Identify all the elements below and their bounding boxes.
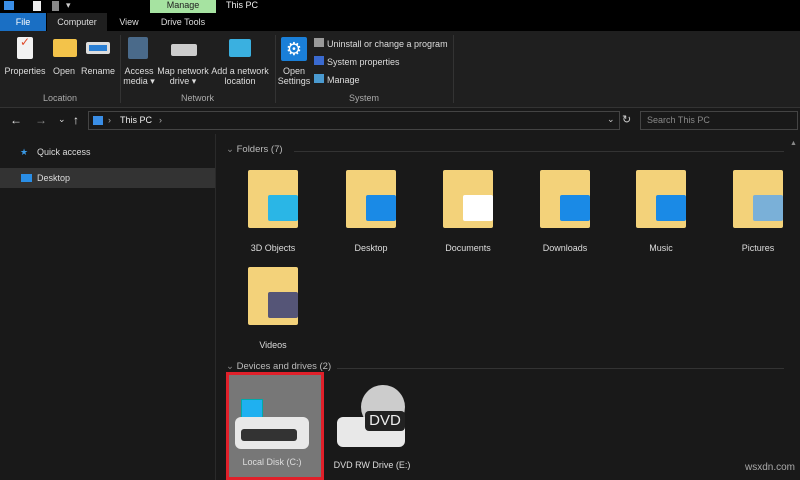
rename-label: Rename	[80, 66, 116, 76]
documents-overlay-icon	[463, 195, 493, 221]
location-group-label: Location	[42, 93, 78, 103]
dvd-badge: DVD	[365, 411, 405, 431]
network-location-icon	[229, 39, 251, 57]
properties-icon: ✓	[17, 36, 33, 59]
drive-local-disk-c[interactable]: Local Disk (C:)	[226, 372, 324, 480]
manage-label: Manage	[327, 75, 360, 85]
drive-c-label: Local Disk (C:)	[242, 457, 302, 467]
folder-label: Documents	[445, 243, 491, 253]
access-media-label: Access media ▾	[123, 66, 155, 86]
manage-icon	[314, 74, 324, 83]
folders-section-header[interactable]: ⌄ Folders (7)	[226, 144, 283, 155]
open-button[interactable]: Open	[50, 37, 78, 76]
add-network-location-label: Add a network location	[211, 66, 269, 86]
tab-file[interactable]: File	[0, 13, 46, 31]
hard-drive-icon	[235, 417, 309, 449]
sidebar-item-quick-access[interactable]: ★ Quick access	[0, 142, 215, 162]
refresh-icon[interactable]: ↻	[622, 113, 631, 126]
open-folder-icon	[53, 39, 77, 57]
up-arrow-icon[interactable]: ↑	[73, 113, 79, 127]
folders-header-text: Folders (7)	[236, 144, 283, 155]
explorer-icon	[4, 1, 14, 10]
back-arrow-icon[interactable]: ←	[10, 113, 22, 127]
map-network-drive-button[interactable]: Map network drive ▾	[157, 37, 209, 86]
properties-quick-icon[interactable]	[33, 1, 41, 11]
downloads-overlay-icon	[560, 195, 590, 221]
folder-label: Desktop	[354, 243, 388, 253]
folder-3d-objects[interactable]: 3D Objects	[226, 165, 320, 255]
rename-icon	[86, 42, 110, 54]
address-dropdown-icon[interactable]: ⌄	[607, 114, 615, 125]
window-title: This PC	[226, 0, 259, 10]
rename-button[interactable]: Rename	[80, 37, 116, 76]
folder-label: Downloads	[542, 243, 588, 253]
folder-pictures[interactable]: Pictures	[711, 165, 800, 255]
new-folder-quick-icon[interactable]	[52, 1, 59, 11]
ribbon: ✓ Properties Open Rename Location Access…	[0, 31, 800, 108]
address-path[interactable]: This PC	[120, 115, 152, 125]
folder-label: Pictures	[741, 243, 775, 253]
programs-icon	[314, 38, 324, 47]
manage-context-tab[interactable]: Manage	[150, 0, 216, 13]
open-settings-label: Open Settings	[277, 66, 311, 86]
network-drive-icon	[171, 44, 197, 56]
scroll-up-arrow[interactable]: ▲	[790, 140, 797, 147]
watermark: wsxdn.com	[745, 462, 796, 473]
ribbon-tabs: File Computer View Drive Tools	[0, 13, 800, 31]
map-network-drive-label: Map network drive ▾	[157, 66, 209, 86]
devices-header-text: Devices and drives (2)	[236, 361, 332, 372]
tab-computer[interactable]: Computer	[47, 13, 107, 31]
manage-button[interactable]: Manage	[314, 74, 360, 85]
sidebar-item-desktop[interactable]: Desktop	[0, 168, 215, 188]
folder-downloads[interactable]: Downloads	[518, 165, 612, 255]
properties-label: Properties	[4, 66, 46, 76]
devices-section-header[interactable]: ⌄ Devices and drives (2)	[226, 361, 331, 372]
system-properties-label: System properties	[327, 57, 400, 67]
system-properties-icon	[314, 56, 324, 65]
folder-label: Music	[649, 243, 673, 253]
forward-arrow-icon[interactable]: →	[35, 113, 47, 127]
tab-view[interactable]: View	[110, 13, 148, 31]
desktop-icon	[21, 174, 32, 182]
this-pc-icon	[93, 116, 103, 125]
add-network-location-button[interactable]: Add a network location	[211, 37, 269, 86]
recent-locations-icon[interactable]: ⌄	[58, 114, 66, 125]
open-label: Open	[52, 66, 76, 76]
pictures-overlay-icon	[753, 195, 783, 221]
star-icon: ★	[20, 147, 29, 157]
folder-desktop[interactable]: Desktop	[324, 165, 418, 255]
3d-objects-overlay-icon	[268, 195, 298, 221]
customize-toolbar-icon[interactable]: ▾	[66, 0, 71, 11]
system-properties-button[interactable]: System properties	[314, 56, 400, 67]
uninstall-program-button[interactable]: Uninstall or change a program	[314, 38, 448, 49]
navigation-pane: ★ Quick access Desktop	[0, 134, 216, 480]
folder-music[interactable]: Music	[614, 165, 708, 255]
uninstall-label: Uninstall or change a program	[327, 39, 448, 49]
folder-videos[interactable]: Videos	[226, 262, 320, 352]
address-bar[interactable]: › This PC › ⌄	[88, 111, 620, 130]
folder-label: Videos	[259, 340, 287, 350]
folder-documents[interactable]: Documents	[421, 165, 515, 255]
properties-button[interactable]: ✓ Properties	[4, 36, 46, 76]
access-media-button[interactable]: Access media ▾	[122, 37, 156, 86]
system-group-label: System	[348, 93, 379, 103]
network-group-label: Network	[180, 93, 214, 103]
music-overlay-icon	[656, 195, 686, 221]
tab-drive-tools[interactable]: Drive Tools	[150, 13, 216, 31]
drive-dvd-rw-e[interactable]: DVD DVD RW Drive (E:)	[325, 375, 419, 480]
open-settings-button[interactable]: ⚙ Open Settings	[277, 37, 311, 86]
folder-label: 3D Objects	[250, 243, 296, 253]
videos-overlay-icon	[268, 292, 298, 318]
settings-gear-icon: ⚙	[281, 37, 307, 61]
title-bar: ▾	[0, 0, 800, 13]
drive-e-label: DVD RW Drive (E:)	[333, 460, 411, 470]
quick-access-label: Quick access	[37, 147, 91, 157]
search-input[interactable]: Search This PC	[640, 111, 798, 130]
desktop-label: Desktop	[37, 173, 71, 183]
access-media-icon	[128, 37, 148, 59]
desktop-overlay-icon	[366, 195, 396, 221]
